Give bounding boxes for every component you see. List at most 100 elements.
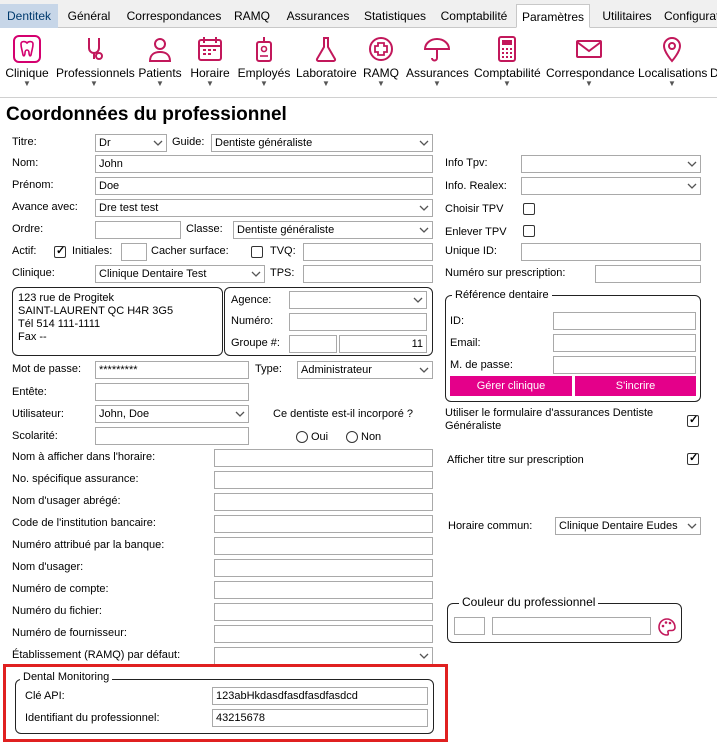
ribbon-label: Employés (237, 66, 291, 80)
numero-banque-input[interactable] (214, 537, 433, 555)
ribbon-professionnels-button[interactable]: Professionnels ▼ (56, 34, 135, 96)
chevron-down-icon: ▼ (23, 79, 31, 88)
utiliser-formulaire-checkbox[interactable] (687, 413, 699, 427)
no-assurance-input[interactable] (214, 471, 433, 489)
titre-select[interactable]: Dr (95, 134, 167, 152)
palette-icon[interactable] (656, 616, 678, 638)
utilisateur-select[interactable]: John, Doe (95, 405, 249, 423)
numero-fichier-input[interactable] (214, 603, 433, 621)
type-select[interactable]: Administrateur (297, 361, 433, 379)
medical-cross-icon (369, 37, 393, 61)
address-line: Tél 514 111-1111 (18, 318, 101, 330)
nom-horaire-input[interactable] (214, 449, 433, 467)
ribbon-horaire-button[interactable]: Horaire ▼ (188, 34, 232, 96)
id-input[interactable] (553, 312, 696, 330)
prenom-input[interactable]: Doe (95, 177, 433, 195)
initiales-input[interactable] (121, 243, 147, 261)
numero-prescription-input[interactable] (595, 265, 701, 283)
ribbon-label: Laboratoire (296, 66, 357, 80)
nom-usager-input[interactable] (214, 559, 433, 577)
info-realex-select[interactable] (521, 177, 701, 195)
numero-label: Numéro: (231, 315, 274, 327)
tab-configuration[interactable]: Configurat (664, 4, 717, 28)
clinique-select[interactable]: Clinique Dentaire Test (95, 265, 265, 283)
numero-compte-input[interactable] (214, 581, 433, 599)
chevron-down-icon: ▼ (668, 79, 676, 88)
ribbon-label: Localisations (638, 66, 708, 80)
actif-checkbox[interactable] (54, 244, 66, 258)
ribbon-employes-button[interactable]: Employés ▼ (236, 34, 292, 96)
agence-select[interactable] (289, 291, 427, 309)
guide-select[interactable]: Dentiste généraliste (211, 134, 433, 152)
groupe-input[interactable] (289, 335, 337, 353)
ribbon-ramq-button[interactable]: RAMQ ▼ (360, 34, 402, 96)
ordre-input[interactable] (95, 221, 181, 239)
ribbon-localisations-button[interactable]: Localisations ▼ (638, 34, 708, 96)
horaire-commun-select[interactable]: Clinique Dentaire Eudes (555, 517, 701, 535)
tab-comptabilite[interactable]: Comptabilité (438, 4, 510, 28)
unique-id-input[interactable] (521, 243, 701, 261)
numero-compte-label: Numéro de compte: (12, 583, 109, 595)
ribbon-assurances-button[interactable]: Assurances ▼ (406, 34, 469, 96)
page-title: Coordonnées du professionnel (6, 104, 287, 125)
non-radio[interactable] (346, 431, 358, 443)
motdepasse-input[interactable]: ********* (95, 361, 249, 379)
ribbon-patients-button[interactable]: Patients ▼ (136, 34, 184, 96)
flask-icon (315, 37, 337, 62)
cacher-surface-checkbox[interactable] (251, 246, 263, 258)
code-institution-label: Code de l'institution bancaire: (12, 517, 156, 529)
sinscrire-button[interactable]: S'incrire (575, 376, 696, 396)
id-label: ID: (450, 315, 465, 327)
choisir-tpv-label: Choisir TPV (445, 203, 504, 215)
cle-api-input[interactable]: 123abHkdasdfasdfasdfasdcd (212, 687, 428, 705)
ribbon-laboratoire-button[interactable]: Laboratoire ▼ (296, 34, 357, 96)
nom-input[interactable]: John (95, 155, 433, 173)
tvq-input[interactable] (303, 243, 433, 261)
titre-label: Titre: (12, 136, 37, 148)
reference-dentaire-title: Référence dentaire (452, 289, 552, 301)
entete-input[interactable] (95, 383, 249, 401)
gerer-clinique-button[interactable]: Gérer clinique (450, 376, 572, 396)
ribbon-correspondance-button[interactable]: Correspondance ▼ (546, 34, 635, 96)
avance-select[interactable]: Dre test test (95, 199, 433, 217)
oui-radio[interactable] (296, 431, 308, 443)
numero-fournisseur-input[interactable] (214, 625, 433, 643)
choisir-tpv-checkbox[interactable] (523, 203, 535, 215)
identifiant-input[interactable]: 43215678 (212, 709, 428, 727)
color-swatch[interactable] (454, 617, 485, 635)
etablissement-select[interactable] (214, 647, 433, 665)
tab-assurances[interactable]: Assurances (282, 4, 354, 28)
calendar-icon (198, 37, 222, 61)
tab-ramq[interactable]: RAMQ (230, 4, 274, 28)
numero-input[interactable] (289, 313, 427, 331)
tab-utilitaires[interactable]: Utilitaires (596, 4, 658, 28)
ribbon-comptabilite-button[interactable]: Comptabilité ▼ (474, 34, 541, 96)
info-tpv-select[interactable] (521, 155, 701, 173)
groupe-number-input[interactable]: 11 (339, 335, 427, 353)
utiliser-formulaire-label: Utiliser le formulaire d'assurances Dent… (445, 407, 654, 419)
tab-dentitek[interactable]: Dentitek (0, 4, 58, 28)
ribbon-more-button[interactable]: D (710, 34, 717, 96)
scolarite-input[interactable] (95, 427, 249, 445)
etablissement-label: Établissement (RAMQ) par défaut: (12, 649, 181, 661)
tab-statistiques[interactable]: Statistiques (360, 4, 430, 28)
tab-general[interactable]: Général (62, 4, 116, 28)
enlever-tpv-checkbox[interactable] (523, 225, 535, 237)
tps-input[interactable] (303, 265, 433, 283)
afficher-titre-checkbox[interactable] (687, 451, 699, 465)
nom-usager-abrege-label: Nom d'usager abrégé: (12, 495, 121, 507)
email-input[interactable] (553, 334, 696, 352)
ribbon-clinique-button[interactable]: Clinique ▼ (2, 34, 52, 96)
code-institution-input[interactable] (214, 515, 433, 533)
mdp-input[interactable] (553, 356, 696, 374)
person-icon (148, 38, 172, 62)
nom-horaire-label: Nom à afficher dans l'horaire: (12, 451, 156, 463)
color-value-input[interactable] (492, 617, 651, 635)
nom-usager-abrege-input[interactable] (214, 493, 433, 511)
tab-correspondances[interactable]: Correspondances (122, 4, 226, 28)
classe-select[interactable]: Dentiste généraliste (233, 221, 433, 239)
unique-id-label: Unique ID: (445, 245, 497, 257)
chevron-down-icon (687, 183, 697, 189)
address-line: SAINT-LAURENT QC H4R 3G5 (18, 305, 174, 317)
tab-parametres[interactable]: Paramètres (516, 4, 590, 28)
